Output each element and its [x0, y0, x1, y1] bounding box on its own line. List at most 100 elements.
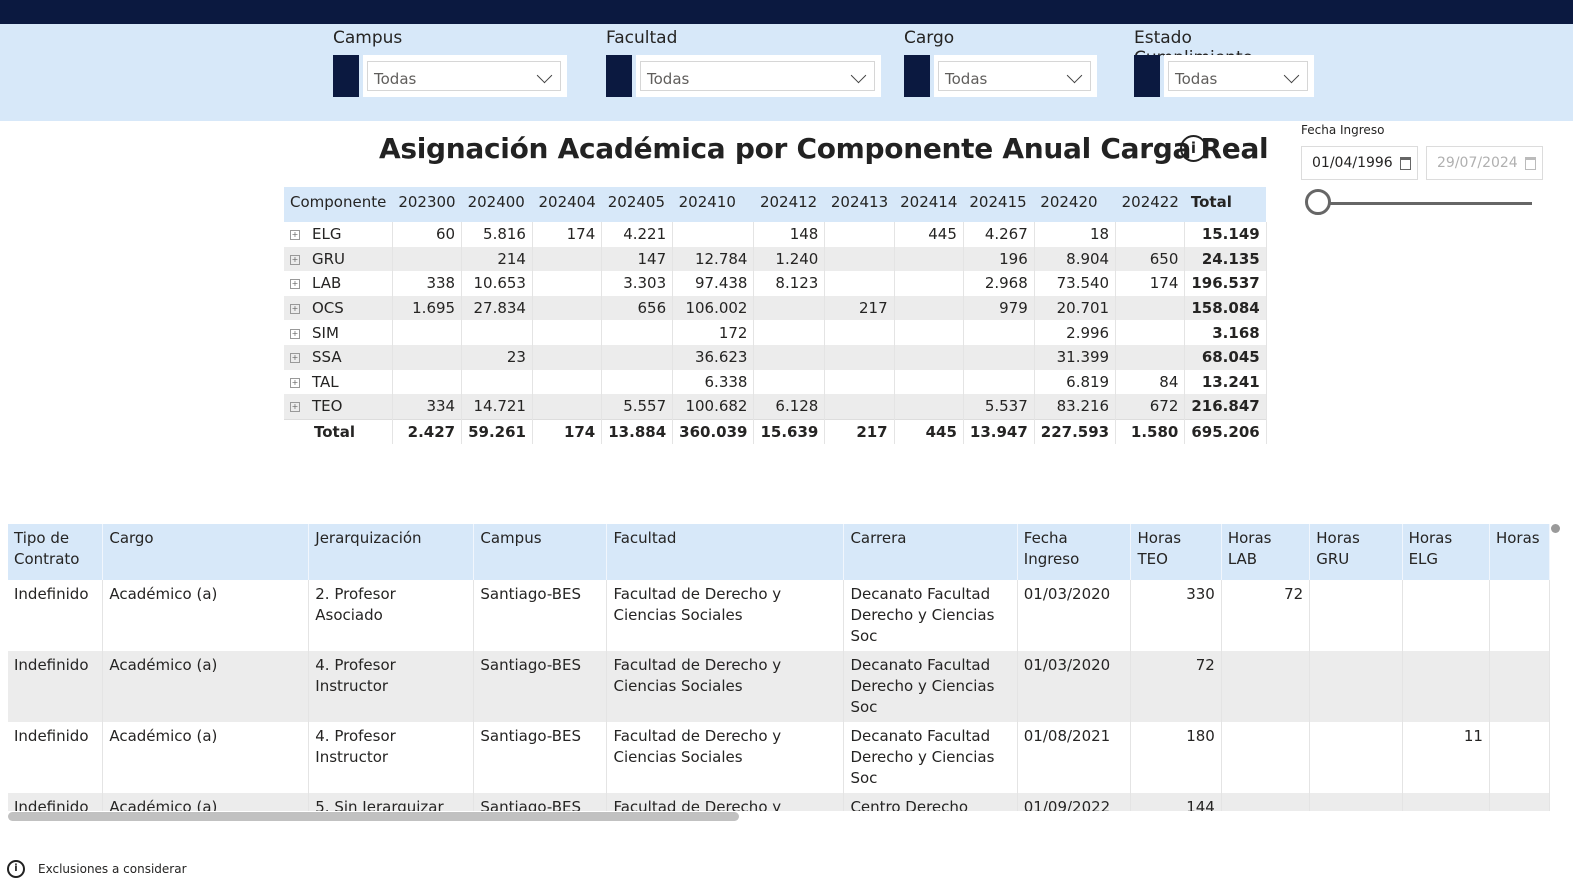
matrix-cell: 15.149	[1184, 222, 1267, 247]
campus-dropdown[interactable]: Todas	[363, 55, 567, 97]
matrix-row-label[interactable]: + TAL	[284, 369, 393, 395]
matrix-row-label[interactable]: + SIM	[284, 320, 393, 345]
matrix-cell: 20.701	[1034, 295, 1117, 321]
matrix-header-cell[interactable]: Total	[1184, 187, 1267, 216]
matrix-cell: 13.241	[1184, 369, 1267, 395]
estado-dropdown[interactable]: Todas	[1164, 55, 1314, 97]
date-slider-handle[interactable]	[1305, 189, 1331, 215]
matrix-header-cell[interactable]: 202422	[1115, 187, 1185, 216]
vertical-scrollbar[interactable]	[1551, 524, 1560, 533]
table-row[interactable]: Indefinido Académico (a) 5. Sin Jerarquiza…	[8, 793, 1550, 811]
expand-icon[interactable]: +	[290, 230, 300, 241]
total-cell: 1.580	[1115, 418, 1186, 445]
expand-icon[interactable]: +	[290, 254, 300, 265]
matrix-row-label[interactable]: + OCS	[284, 295, 393, 321]
detail-header-cell[interactable]: Horas	[1489, 524, 1550, 580]
component-name: TAL	[312, 372, 339, 391]
matrix-header-cell[interactable]: 202410	[672, 187, 754, 216]
calendar-icon[interactable]	[1525, 157, 1536, 170]
matrix-cell	[753, 344, 826, 370]
info-icon[interactable]: i	[7, 860, 25, 878]
matrix-cell: 4.267	[963, 222, 1035, 247]
matrix-cell: 672	[1115, 394, 1186, 420]
matrix-cell	[532, 394, 603, 420]
detail-table-container[interactable]: Tipo de Contrato Cargo Jerarquización Campu…	[8, 524, 1550, 811]
component-name: GRU	[312, 249, 346, 268]
table-cell	[1402, 651, 1490, 722]
cargo-dropdown[interactable]: Todas	[934, 55, 1097, 97]
expand-icon[interactable]: +	[290, 377, 300, 388]
detail-header-cell[interactable]: Horas LAB	[1221, 524, 1311, 580]
matrix-cell	[461, 369, 533, 395]
table-cell	[1402, 580, 1490, 651]
exclusions-note[interactable]: Exclusiones a considerar	[38, 862, 187, 876]
detail-header-cell[interactable]: Campus	[473, 524, 608, 580]
facultad-dropdown[interactable]: Todas	[636, 55, 881, 97]
detail-header-cell[interactable]: Cargo	[102, 524, 310, 580]
table-row[interactable]: Indefinido Académico (a) 4. Profesor Instr…	[8, 722, 1550, 793]
matrix-cell	[672, 222, 755, 247]
detail-header-cell[interactable]: Carrera	[843, 524, 1018, 580]
matrix-header-cell[interactable]: 202420	[1034, 187, 1116, 216]
matrix-cell: 83.216	[1034, 394, 1117, 420]
matrix-header-cell[interactable]: 202412	[753, 187, 825, 216]
matrix-header-cell[interactable]: 202300	[392, 187, 462, 216]
matrix-cell: 979	[963, 295, 1035, 321]
matrix-row-label[interactable]: + LAB	[284, 271, 393, 296]
table-cell: Académico (a)	[102, 722, 310, 793]
matrix-header-cell[interactable]: 202414	[894, 187, 964, 216]
matrix-cell: 338	[392, 271, 463, 296]
matrix-cell: 445	[894, 222, 964, 247]
matrix-row-label[interactable]: + SSA	[284, 344, 393, 370]
expand-icon[interactable]: +	[290, 402, 300, 413]
detail-header-cell[interactable]: Facultad	[606, 524, 845, 580]
table-row[interactable]: Indefinido Académico (a) 2. Profesor Asoci…	[8, 580, 1550, 651]
table-cell: Indefinido	[8, 651, 104, 722]
matrix-cell	[392, 246, 463, 272]
start-date-input[interactable]: 01/04/1996	[1301, 146, 1418, 180]
table-cell: Académico (a)	[102, 793, 310, 811]
table-cell: Decanato Facultad Derecho y Ciencias Soc	[843, 651, 1018, 722]
matrix-row-label[interactable]: + ELG	[284, 222, 393, 247]
detail-header-cell[interactable]: Tipo de Contrato	[8, 524, 104, 580]
table-cell: Santiago-BES	[473, 651, 608, 722]
matrix-header-cell[interactable]: 202413	[824, 187, 895, 216]
detail-header-cell[interactable]: Fecha Ingreso	[1017, 524, 1132, 580]
expand-icon[interactable]: +	[290, 304, 300, 315]
matrix-header-cell[interactable]: 202415	[963, 187, 1035, 216]
matrix-cell: 2.996	[1034, 320, 1117, 345]
total-cell: 15.639	[753, 418, 826, 445]
table-cell	[1309, 580, 1403, 651]
expand-icon[interactable]: +	[290, 279, 300, 290]
detail-header-cell[interactable]: Horas ELG	[1402, 524, 1490, 580]
table-cell: 01/09/2022	[1017, 793, 1132, 811]
horizontal-scrollbar[interactable]	[8, 812, 739, 821]
matrix-header-cell[interactable]: Componente	[284, 187, 393, 216]
date-slider-track[interactable]	[1320, 202, 1532, 205]
matrix-header-cell[interactable]: 202400	[461, 187, 533, 216]
matrix-row-label[interactable]: + TEO	[284, 394, 393, 420]
calendar-icon[interactable]	[1400, 157, 1411, 170]
expand-icon[interactable]: +	[290, 328, 300, 339]
table-cell: Santiago-BES	[473, 722, 608, 793]
end-date-input[interactable]: 29/07/2024	[1426, 146, 1543, 180]
table-row[interactable]: Indefinido Académico (a) 4. Profesor Instr…	[8, 651, 1550, 722]
table-cell	[1489, 793, 1550, 811]
slicer-swatch	[904, 55, 930, 97]
table-cell	[1221, 793, 1311, 811]
detail-header-cell[interactable]: Horas TEO	[1130, 524, 1222, 580]
matrix-header-cell[interactable]: 202405	[601, 187, 673, 216]
matrix-header-cell[interactable]: 202404	[532, 187, 602, 216]
total-cell: 174	[532, 418, 603, 445]
matrix-row-label[interactable]: + GRU	[284, 246, 393, 272]
matrix-cell: 8.123	[753, 271, 826, 296]
table-cell: 4. Profesor Instructor	[308, 722, 475, 793]
detail-header-cell[interactable]: Horas GRU	[1309, 524, 1403, 580]
matrix-cell	[824, 320, 895, 345]
info-icon[interactable]: i	[1180, 135, 1207, 162]
matrix-cell	[824, 394, 895, 420]
detail-header-cell[interactable]: Jerarquización	[308, 524, 475, 580]
dropdown-value: Todas	[647, 70, 690, 88]
dropdown-value: Todas	[945, 70, 988, 88]
expand-icon[interactable]: +	[290, 353, 300, 364]
